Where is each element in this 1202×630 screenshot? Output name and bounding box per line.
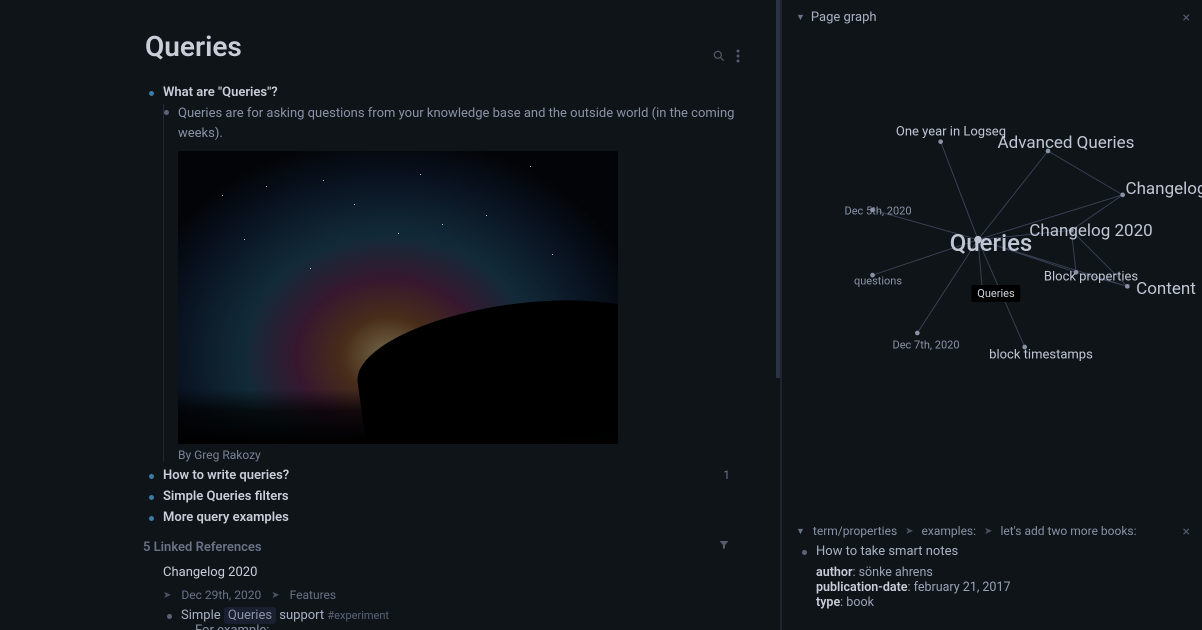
graph-tooltip: Queries: [971, 285, 1020, 302]
search-icon[interactable]: [712, 49, 726, 67]
block-simple-filters[interactable]: Simple Queries filters: [163, 489, 760, 504]
property-value[interactable]: : book: [840, 595, 874, 610]
block-how-to-write[interactable]: How to write queries? 1: [163, 468, 760, 483]
chevron-right-icon: ➤: [271, 590, 279, 601]
graph-node-advanced-queries[interactable]: Advanced Queries: [998, 133, 1135, 153]
close-icon[interactable]: ×: [1183, 10, 1190, 26]
page-graph-section: ▼ Page graph ×: [782, 0, 1202, 455]
reference-block: Changelog 2020 ➤ Dec 29th, 2020 ➤ Featur…: [163, 565, 760, 630]
chevron-right-icon: ➤: [984, 526, 992, 537]
block-heading: What are "Queries"?: [163, 85, 278, 100]
linked-references-heading[interactable]: 5 Linked References: [143, 539, 760, 555]
block-heading: Simple Queries filters: [163, 489, 289, 504]
breadcrumb-item[interactable]: examples:: [922, 524, 977, 538]
graph-node-dec5[interactable]: Dec 5th, 2020: [845, 205, 912, 218]
property-key: type: [816, 595, 840, 610]
scrollbar[interactable]: [776, 0, 780, 378]
graph-node-changelog-2020[interactable]: Changelog 2020: [1029, 221, 1152, 241]
close-icon[interactable]: ×: [1183, 524, 1190, 540]
block-reference-section: × ▼ term/properties ➤ examples: ➤ let's …: [782, 514, 1202, 630]
graph-node-one-year[interactable]: One year in Logseq: [896, 125, 1006, 140]
breadcrumb-item[interactable]: term/properties: [813, 524, 897, 538]
block-text[interactable]: How to take smart notes: [816, 544, 1188, 559]
right-sidebar: ▼ Page graph ×: [782, 0, 1202, 630]
collapse-triangle-icon[interactable]: ▼: [796, 526, 805, 537]
block-what-are-queries[interactable]: What are "Queries"? Queries are for aski…: [163, 85, 760, 462]
breadcrumb-item[interactable]: Dec 29th, 2020: [181, 588, 261, 602]
property-key: author: [816, 565, 852, 580]
graph-canvas[interactable]: Queries Advanced Queries One year in Log…: [796, 25, 1188, 445]
breadcrumb-item[interactable]: Features: [290, 588, 336, 602]
property-value[interactable]: : sönke ahrens: [852, 565, 932, 580]
graph-node-dec7[interactable]: Dec 7th, 2020: [893, 339, 960, 352]
block-description[interactable]: Queries are for asking questions from yo…: [178, 104, 760, 462]
graph-node-questions[interactable]: questions: [854, 275, 902, 288]
main-editor-panel: Queries What are "Queries"? Queries are …: [0, 0, 782, 630]
collapse-triangle-icon[interactable]: ▼: [796, 12, 805, 23]
page-title[interactable]: Queries: [145, 30, 242, 63]
breadcrumb-item[interactable]: let's add two more books:: [1000, 524, 1136, 538]
image-caption: By Greg Rakozy: [178, 448, 760, 462]
graph-node-block-timestamps[interactable]: block timestamps: [989, 348, 1093, 363]
graph-node-block-properties[interactable]: Block properties: [1044, 270, 1138, 285]
block-more-examples[interactable]: More query examples: [163, 510, 760, 525]
property-value[interactable]: : february 21, 2017: [908, 580, 1011, 595]
embedded-image[interactable]: [178, 151, 618, 444]
hashtag-link[interactable]: #experiment: [327, 609, 389, 622]
reference-line[interactable]: Simple Queries support #experiment For e…: [181, 608, 760, 630]
breadcrumb: ▼ term/properties ➤ examples: ➤ let's ad…: [796, 524, 1188, 538]
child-count: 1: [723, 468, 730, 482]
block-text: Queries are for asking questions from yo…: [178, 104, 760, 143]
graph-node-queries[interactable]: Queries: [950, 229, 1033, 257]
chevron-right-icon: ➤: [905, 526, 913, 537]
chevron-right-icon: ➤: [163, 590, 171, 601]
breadcrumb: ➤ Dec 29th, 2020 ➤ Features: [163, 588, 760, 602]
more-menu-icon[interactable]: [736, 49, 740, 67]
property-key: publication-date: [816, 580, 908, 595]
block-text: For example:: [195, 623, 760, 630]
block-heading: More query examples: [163, 510, 289, 525]
block-list: What are "Queries"? Queries are for aski…: [145, 85, 760, 525]
reference-page-link[interactable]: Changelog 2020: [163, 565, 760, 580]
block-heading: How to write queries?: [163, 468, 289, 483]
properties-block: author: sönke ahrens publication-date: f…: [816, 565, 1188, 610]
page-graph-heading[interactable]: ▼ Page graph: [796, 10, 1188, 25]
graph-node-content[interactable]: Content: [1136, 279, 1196, 299]
filter-icon[interactable]: [718, 539, 730, 555]
graph-node-changelog[interactable]: Changelog: [1126, 179, 1202, 199]
page-reference-tag[interactable]: Queries: [224, 607, 276, 624]
